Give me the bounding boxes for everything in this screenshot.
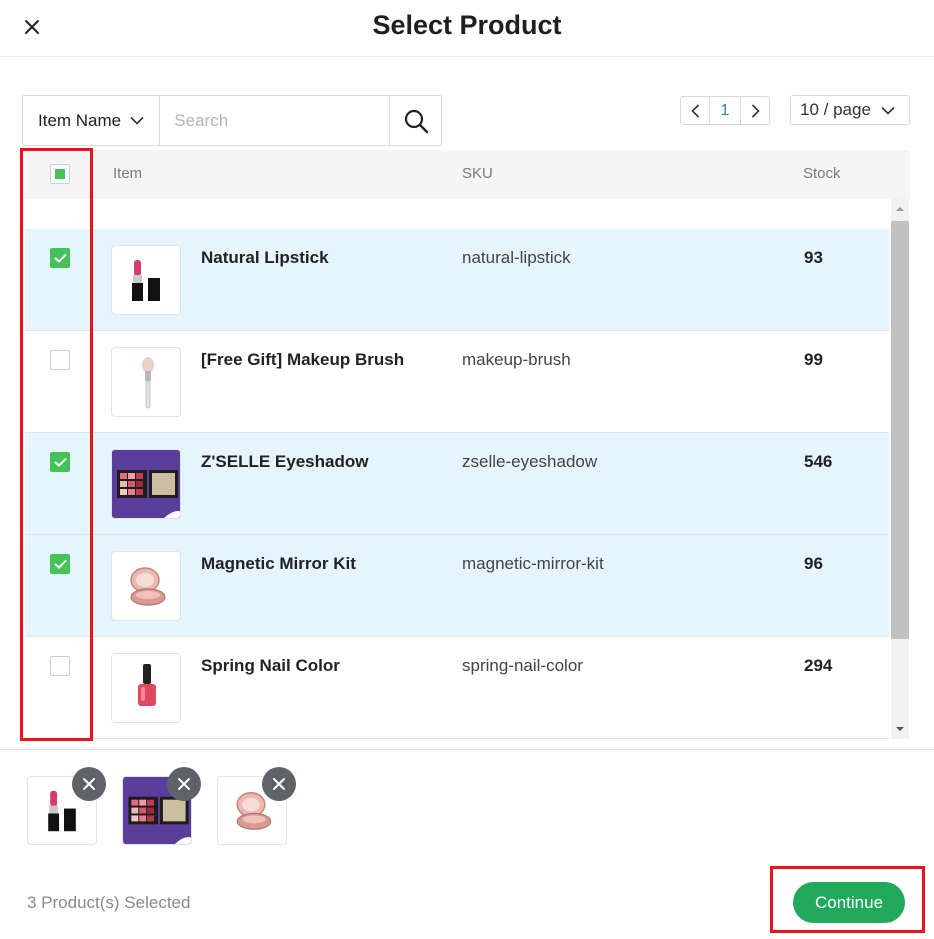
search-field-label: Item Name (38, 110, 122, 130)
product-stock: 93 (804, 248, 823, 267)
remove-selected-button[interactable] (72, 767, 106, 801)
product-name: Natural Lipstick (201, 248, 329, 267)
table-header: Item SKU Stock (25, 150, 910, 199)
page-size-select[interactable]: 10 / page (790, 95, 910, 125)
product-sku: makeup-brush (462, 350, 571, 369)
compact-mirror-image (111, 551, 181, 621)
column-header-stock: Stock (803, 165, 841, 182)
row-checkbox[interactable] (50, 656, 70, 676)
close-icon (273, 778, 285, 790)
table-row[interactable]: [Free Gift] Makeup Brush makeup-brush 99 (25, 331, 889, 433)
chevron-down-icon (130, 116, 144, 125)
product-sku: magnetic-mirror-kit (462, 554, 604, 573)
table-row[interactable]: Magnetic Mirror Kit magnetic-mirror-kit … (25, 535, 889, 637)
product-stock: 294 (804, 656, 833, 675)
product-stock: 99 (804, 350, 823, 369)
table-row[interactable]: Natural Lipstick natural-lipstick 93 (25, 229, 889, 331)
search-icon (404, 109, 428, 133)
column-header-item: Item (113, 165, 143, 182)
row-checkbox[interactable] (50, 350, 70, 370)
table-row[interactable]: Z'SELLE Eyeshadow zselle-eyeshadow 546 (25, 433, 889, 535)
prev-page-button[interactable] (680, 96, 710, 125)
product-name: Spring Nail Color (201, 656, 340, 675)
scrollbar-thumb[interactable] (891, 221, 909, 639)
close-icon (83, 778, 95, 790)
product-stock: 96 (804, 554, 823, 573)
search-button[interactable] (389, 96, 441, 145)
scroll-up-arrow-icon[interactable] (891, 203, 909, 215)
chevron-right-icon (751, 103, 760, 118)
next-page-button[interactable] (740, 96, 770, 125)
close-icon (178, 778, 190, 790)
product-name: Magnetic Mirror Kit (201, 554, 356, 573)
row-checkbox[interactable] (50, 452, 70, 472)
scroll-down-arrow-icon[interactable] (891, 723, 909, 735)
eyeshadow-palette-image (111, 449, 181, 519)
column-header-sku: SKU (462, 165, 493, 182)
remove-selected-button[interactable] (262, 767, 296, 801)
pagination: 1 (680, 96, 770, 125)
product-sku: natural-lipstick (462, 248, 571, 267)
chevron-down-icon (881, 106, 895, 115)
product-name: Z'SELLE Eyeshadow (201, 452, 369, 471)
continue-button[interactable]: Continue (793, 882, 905, 923)
remove-selected-button[interactable] (167, 767, 201, 801)
makeup-brush-image (111, 347, 181, 417)
search-field-select[interactable]: Item Name (23, 96, 161, 145)
modal-header: Select Product (0, 0, 934, 57)
select-all-checkbox[interactable] (50, 164, 70, 184)
product-sku: spring-nail-color (462, 656, 583, 675)
modal-title: Select Product (372, 10, 562, 40)
search-input[interactable] (160, 96, 390, 145)
indeterminate-indicator (55, 169, 65, 179)
row-checkbox[interactable] (50, 554, 70, 574)
lipstick-image (111, 245, 181, 315)
product-sku: zselle-eyeshadow (462, 452, 598, 471)
page-size-label: 10 / page (800, 100, 871, 119)
selected-count: 3 Product(s) Selected (27, 893, 191, 912)
page-number[interactable]: 1 (710, 96, 740, 125)
list-scrollbar[interactable] (891, 199, 909, 739)
product-stock: 546 (804, 452, 833, 471)
product-name: [Free Gift] Makeup Brush (201, 350, 405, 369)
footer-divider (0, 749, 934, 750)
nail-polish-image (111, 653, 181, 723)
table-row[interactable]: Spring Nail Color spring-nail-color 294 (25, 637, 889, 739)
row-checkbox[interactable] (50, 248, 70, 268)
search-filter-group: Item Name (22, 95, 442, 146)
chevron-left-icon (690, 103, 699, 118)
